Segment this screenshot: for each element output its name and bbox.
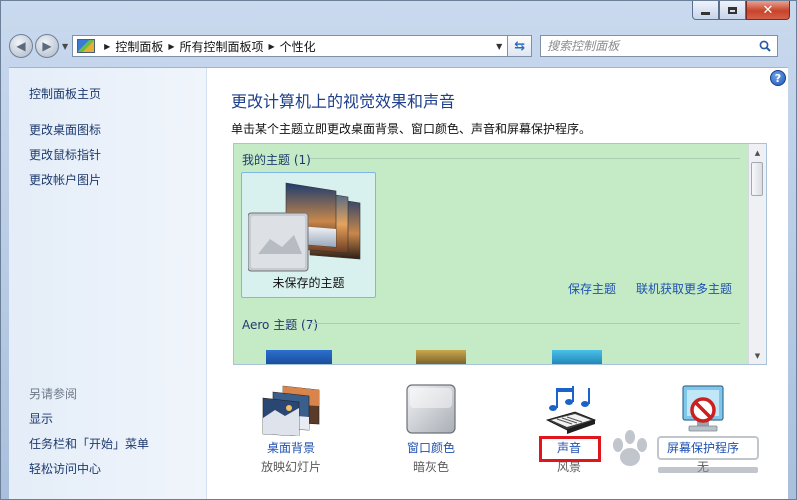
window-color-icon [406, 384, 456, 434]
task-pane: 控制面板主页 更改桌面图标 更改鼠标指针 更改帐户图片 另请参阅 显示 任务栏和… [9, 68, 207, 499]
aero-themes-group-title[interactable]: Aero 主题 (7) [242, 316, 318, 333]
page-description: 单击某个主题立即更改桌面背景、窗口颜色、声音和屏幕保护程序。 [231, 122, 592, 136]
highlight-box [539, 436, 601, 462]
minimize-button[interactable] [692, 1, 719, 20]
window-color-label: 窗口颜色 [406, 441, 455, 455]
window-color-item[interactable]: 窗口颜色 暗灰色 [371, 384, 491, 478]
breadcrumb-separator-icon[interactable]: ▶ [104, 42, 110, 51]
search-icon[interactable] [759, 40, 771, 52]
aero-theme-preview[interactable] [552, 350, 602, 364]
navigation-bar: ◀ ▶ ▼ ▶ 控制面板 ▶ 所有控制面板项 ▶ 个性化 ▼ ⇆ [9, 31, 788, 61]
forward-button[interactable]: ▶ [35, 34, 59, 58]
arrow-right-icon: ▶ [42, 39, 52, 53]
personalization-window: ✕ ◀ ▶ ▼ ▶ 控制面板 ▶ 所有控制面板项 ▶ 个性化 ▼ ⇆ 搜索控制面… [0, 0, 797, 500]
maximize-button[interactable] [719, 1, 746, 20]
save-theme-link[interactable]: 保存主题 [568, 280, 616, 297]
address-dropdown-icon[interactable]: ▼ [491, 36, 507, 56]
theme-label-unsaved: 未保存的主题 [272, 276, 345, 290]
control-panel-icon [77, 39, 96, 53]
back-button[interactable]: ◀ [9, 34, 33, 58]
see-also-heading: 另请参阅 [29, 387, 78, 401]
aero-theme-preview[interactable] [416, 350, 466, 364]
help-icon[interactable]: ? [770, 70, 786, 86]
sounds-item[interactable]: 声音 风景 [509, 384, 629, 478]
refresh-icon: ⇆ [514, 38, 526, 54]
page-title: 更改计算机上的视觉效果和声音 [231, 92, 456, 111]
close-icon: ✕ [762, 2, 774, 18]
close-button[interactable]: ✕ [746, 1, 790, 20]
desktop-background-label: 桌面背景 [266, 441, 315, 455]
search-box[interactable] [540, 35, 779, 57]
main-panel: ? 更改计算机上的视觉效果和声音 单击某个主题立即更改桌面背景、窗口颜色、声音和… [207, 68, 788, 499]
breadcrumb-all-items[interactable]: 所有控制面板项 [179, 38, 263, 55]
see-also-link-taskbar-start-menu[interactable]: 任务栏和「开始」菜单 [29, 432, 149, 457]
theme-preview-icon [248, 182, 361, 272]
group-divider [310, 323, 740, 324]
screen-saver-item[interactable]: 屏幕保护程序 无 [643, 384, 763, 478]
maximize-icon [728, 6, 737, 14]
get-more-themes-online-link[interactable]: 联机获取更多主题 [636, 280, 732, 297]
theme-list-scrollbar[interactable]: ▲ ▼ [748, 144, 766, 364]
address-bar[interactable]: ▶ 控制面板 ▶ 所有控制面板项 ▶ 个性化 ▼ [72, 35, 509, 57]
minimize-icon [701, 11, 710, 15]
search-input[interactable] [541, 38, 750, 54]
scroll-thumb[interactable] [751, 162, 763, 196]
breadcrumb-separator-icon[interactable]: ▶ [168, 42, 174, 51]
recent-pages-dropdown[interactable]: ▼ [62, 42, 68, 51]
see-also-section: 另请参阅 显示 任务栏和「开始」菜单 轻松访问中心 [29, 382, 149, 482]
scroll-up-icon[interactable]: ▲ [749, 144, 766, 161]
breadcrumb-personalization[interactable]: 个性化 [280, 38, 316, 55]
see-also-link-ease-of-access[interactable]: 轻松访问中心 [29, 457, 149, 482]
desktop-background-value: 放映幻灯片 [260, 460, 321, 474]
breadcrumb-separator-icon[interactable]: ▶ [269, 42, 275, 51]
caption-buttons: ✕ [692, 1, 790, 20]
sidebar-link-change-desktop-icons[interactable]: 更改桌面图标 [29, 118, 206, 143]
screen-saver-label: 屏幕保护程序 [666, 441, 739, 455]
sound-icon [545, 386, 597, 434]
sidebar-link-change-account-picture[interactable]: 更改帐户图片 [29, 168, 206, 193]
desktop-background-icon [262, 385, 320, 436]
screensaver-icon [682, 385, 724, 432]
sidebar-link-change-mouse-pointers[interactable]: 更改鼠标指针 [29, 143, 206, 168]
see-also-link-display[interactable]: 显示 [29, 407, 149, 432]
group-divider [310, 158, 740, 159]
scroll-down-icon[interactable]: ▼ [749, 347, 766, 364]
refresh-button[interactable]: ⇆ [508, 35, 533, 57]
breadcrumb-control-panel[interactable]: 控制面板 [115, 38, 163, 55]
theme-list: 我的主题 (1) 未保存的主题 保存主题 联机获取更多主题 Aero 主题 (7… [233, 143, 767, 365]
window-color-value: 暗灰色 [412, 460, 449, 474]
theme-settings-bar: 桌面背景 放映幻灯片 窗口颜色 暗灰色 声音 风景 屏幕保护程序 无 [207, 384, 782, 494]
desktop-background-item[interactable]: 桌面背景 放映幻灯片 [231, 384, 351, 478]
aero-theme-preview[interactable] [266, 350, 332, 364]
sidebar-link-control-panel-home[interactable]: 控制面板主页 [29, 82, 206, 107]
screen-saver-value: 无 [696, 460, 709, 474]
theme-tile-unsaved[interactable]: 未保存的主题 [241, 172, 376, 298]
arrow-left-icon: ◀ [16, 39, 26, 53]
content-area: 控制面板主页 更改桌面图标 更改鼠标指针 更改帐户图片 另请参阅 显示 任务栏和… [9, 67, 788, 499]
my-themes-group-title[interactable]: 我的主题 (1) [242, 151, 311, 168]
